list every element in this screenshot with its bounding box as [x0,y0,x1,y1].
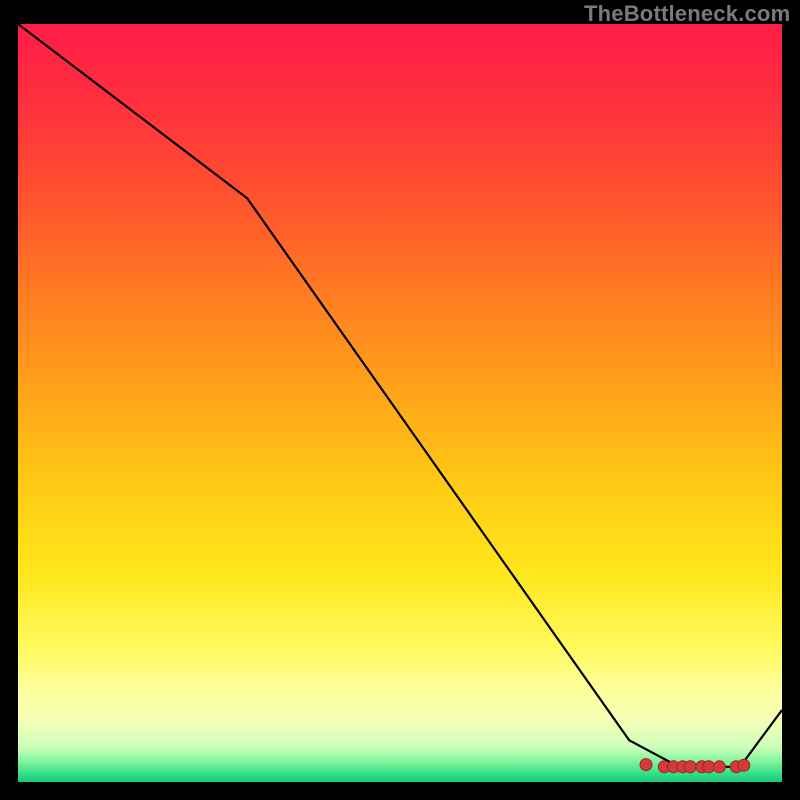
marker-point [738,759,750,771]
marker-point [640,759,652,771]
marker-point [713,761,725,773]
marker-point [684,761,696,773]
plot-background [18,24,782,782]
watermark-text: TheBottleneck.com [584,1,790,27]
bottleneck-chart [18,24,782,782]
chart-frame: TheBottleneck.com [0,0,800,800]
